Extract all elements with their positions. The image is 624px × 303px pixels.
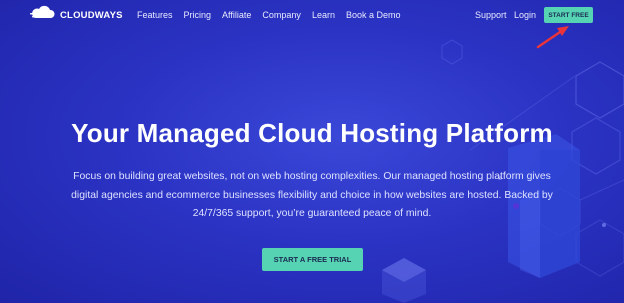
nav-learn[interactable]: Learn [312, 10, 335, 20]
nav-features[interactable]: Features [137, 10, 173, 20]
nav-affiliate[interactable]: Affiliate [222, 10, 251, 20]
hero-title: Your Managed Cloud Hosting Platform [71, 118, 553, 148]
start-free-button[interactable]: START FREE [544, 7, 593, 23]
cloud-stack-icon [29, 5, 55, 26]
nav-book-demo[interactable]: Book a Demo [346, 10, 401, 20]
nav-login[interactable]: Login [514, 10, 536, 20]
nav-support[interactable]: Support [475, 10, 507, 20]
brand-name: CLOUDWAYS [60, 9, 123, 21]
top-navigation: CLOUDWAYS Features Pricing Affiliate Com… [0, 0, 624, 30]
hero-description: Focus on building great websites, not on… [71, 171, 553, 219]
nav-company[interactable]: Company [262, 10, 301, 20]
brand-logo[interactable]: CLOUDWAYS [29, 5, 123, 26]
start-free-trial-button[interactable]: START A FREE TRIAL [262, 248, 363, 271]
primary-nav: Features Pricing Affiliate Company Learn… [137, 10, 412, 20]
nav-pricing[interactable]: Pricing [184, 10, 212, 20]
